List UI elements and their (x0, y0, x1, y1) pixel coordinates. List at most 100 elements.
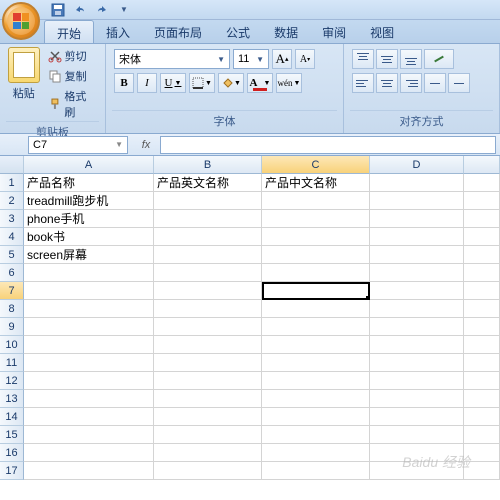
cell-a10[interactable] (24, 336, 154, 354)
cell-c5[interactable] (262, 246, 370, 264)
row-header-4[interactable]: 4 (0, 228, 24, 246)
cell-e12[interactable] (464, 372, 500, 390)
cell-b17[interactable] (154, 462, 262, 480)
row-header-3[interactable]: 3 (0, 210, 24, 228)
row-header-9[interactable]: 9 (0, 318, 24, 336)
cell-a17[interactable] (24, 462, 154, 480)
cut-button[interactable]: 剪切 (46, 47, 99, 65)
shrink-font-button[interactable]: A▾ (295, 49, 315, 69)
cell-c8[interactable] (262, 300, 370, 318)
row-header-1[interactable]: 1 (0, 174, 24, 192)
tab-start[interactable]: 开始 (44, 20, 94, 43)
increase-indent-button[interactable] (448, 73, 470, 93)
cell-c13[interactable] (262, 390, 370, 408)
cell-a9[interactable] (24, 318, 154, 336)
cell-c9[interactable] (262, 318, 370, 336)
cell-c12[interactable] (262, 372, 370, 390)
cell-e13[interactable] (464, 390, 500, 408)
cell-e8[interactable] (464, 300, 500, 318)
cell-d10[interactable] (370, 336, 464, 354)
cell-c10[interactable] (262, 336, 370, 354)
cell-b12[interactable] (154, 372, 262, 390)
cell-e3[interactable] (464, 210, 500, 228)
cell-d14[interactable] (370, 408, 464, 426)
row-header-6[interactable]: 6 (0, 264, 24, 282)
qat-dropdown-icon[interactable]: ▼ (116, 2, 132, 18)
font-size-combo[interactable]: 11 ▼ (233, 49, 269, 69)
cell-d12[interactable] (370, 372, 464, 390)
fill-color-button[interactable]: ▼ (218, 73, 244, 93)
font-name-combo[interactable]: 宋体 ▼ (114, 49, 230, 69)
align-bottom-button[interactable] (400, 49, 422, 69)
phonetic-button[interactable]: wén▼ (276, 73, 302, 93)
cell-b15[interactable] (154, 426, 262, 444)
underline-button[interactable]: U▼ (160, 73, 186, 93)
row-header-13[interactable]: 13 (0, 390, 24, 408)
redo-icon[interactable] (94, 2, 110, 18)
cell-a4[interactable]: book书 (24, 228, 154, 246)
row-header-2[interactable]: 2 (0, 192, 24, 210)
row-header-16[interactable]: 16 (0, 444, 24, 462)
align-middle-button[interactable] (376, 49, 398, 69)
cell-d5[interactable] (370, 246, 464, 264)
col-header-c[interactable]: C (262, 156, 370, 174)
row-header-5[interactable]: 5 (0, 246, 24, 264)
cell-e10[interactable] (464, 336, 500, 354)
row-header-7[interactable]: 7 (0, 282, 24, 300)
cell-b1[interactable]: 产品英文名称 (154, 174, 262, 192)
cell-a5[interactable]: screen屏幕 (24, 246, 154, 264)
cell-c4[interactable] (262, 228, 370, 246)
cell-e7[interactable] (464, 282, 500, 300)
row-header-10[interactable]: 10 (0, 336, 24, 354)
cell-c15[interactable] (262, 426, 370, 444)
cell-c17[interactable] (262, 462, 370, 480)
paste-button[interactable]: 粘贴 (6, 47, 42, 121)
cell-b11[interactable] (154, 354, 262, 372)
row-header-17[interactable]: 17 (0, 462, 24, 480)
italic-button[interactable]: I (137, 73, 157, 93)
cell-d7[interactable] (370, 282, 464, 300)
tab-formula[interactable]: 公式 (214, 20, 262, 43)
tab-data[interactable]: 数据 (262, 20, 310, 43)
name-box[interactable]: C7 ▼ (28, 136, 128, 154)
formula-input[interactable] (160, 136, 496, 154)
cell-d13[interactable] (370, 390, 464, 408)
cell-a12[interactable] (24, 372, 154, 390)
cell-d6[interactable] (370, 264, 464, 282)
cell-b4[interactable] (154, 228, 262, 246)
cell-c3[interactable] (262, 210, 370, 228)
cell-a2[interactable]: treadmill跑步机 (24, 192, 154, 210)
fx-button[interactable]: fx (136, 136, 156, 154)
cell-a3[interactable]: phone手机 (24, 210, 154, 228)
orientation-button[interactable] (424, 49, 454, 69)
cell-b3[interactable] (154, 210, 262, 228)
cell-b2[interactable] (154, 192, 262, 210)
cell-b16[interactable] (154, 444, 262, 462)
cell-c2[interactable] (262, 192, 370, 210)
tab-view[interactable]: 视图 (358, 20, 406, 43)
cell-b9[interactable] (154, 318, 262, 336)
row-header-15[interactable]: 15 (0, 426, 24, 444)
col-header-e[interactable] (464, 156, 500, 174)
cell-d1[interactable] (370, 174, 464, 192)
cell-a13[interactable] (24, 390, 154, 408)
format-painter-button[interactable]: 格式刷 (46, 87, 99, 121)
cell-a14[interactable] (24, 408, 154, 426)
cell-e14[interactable] (464, 408, 500, 426)
align-right-button[interactable] (400, 73, 422, 93)
select-all-corner[interactable] (0, 156, 24, 174)
save-icon[interactable] (50, 2, 66, 18)
row-header-8[interactable]: 8 (0, 300, 24, 318)
copy-button[interactable]: 复制 (46, 67, 99, 85)
bold-button[interactable]: B (114, 73, 134, 93)
cell-d8[interactable] (370, 300, 464, 318)
cell-d15[interactable] (370, 426, 464, 444)
cell-e9[interactable] (464, 318, 500, 336)
cell-e2[interactable] (464, 192, 500, 210)
cell-b5[interactable] (154, 246, 262, 264)
cell-a1[interactable]: 产品名称 (24, 174, 154, 192)
cell-c16[interactable] (262, 444, 370, 462)
cell-e11[interactable] (464, 354, 500, 372)
align-left-button[interactable] (352, 73, 374, 93)
align-center-button[interactable] (376, 73, 398, 93)
